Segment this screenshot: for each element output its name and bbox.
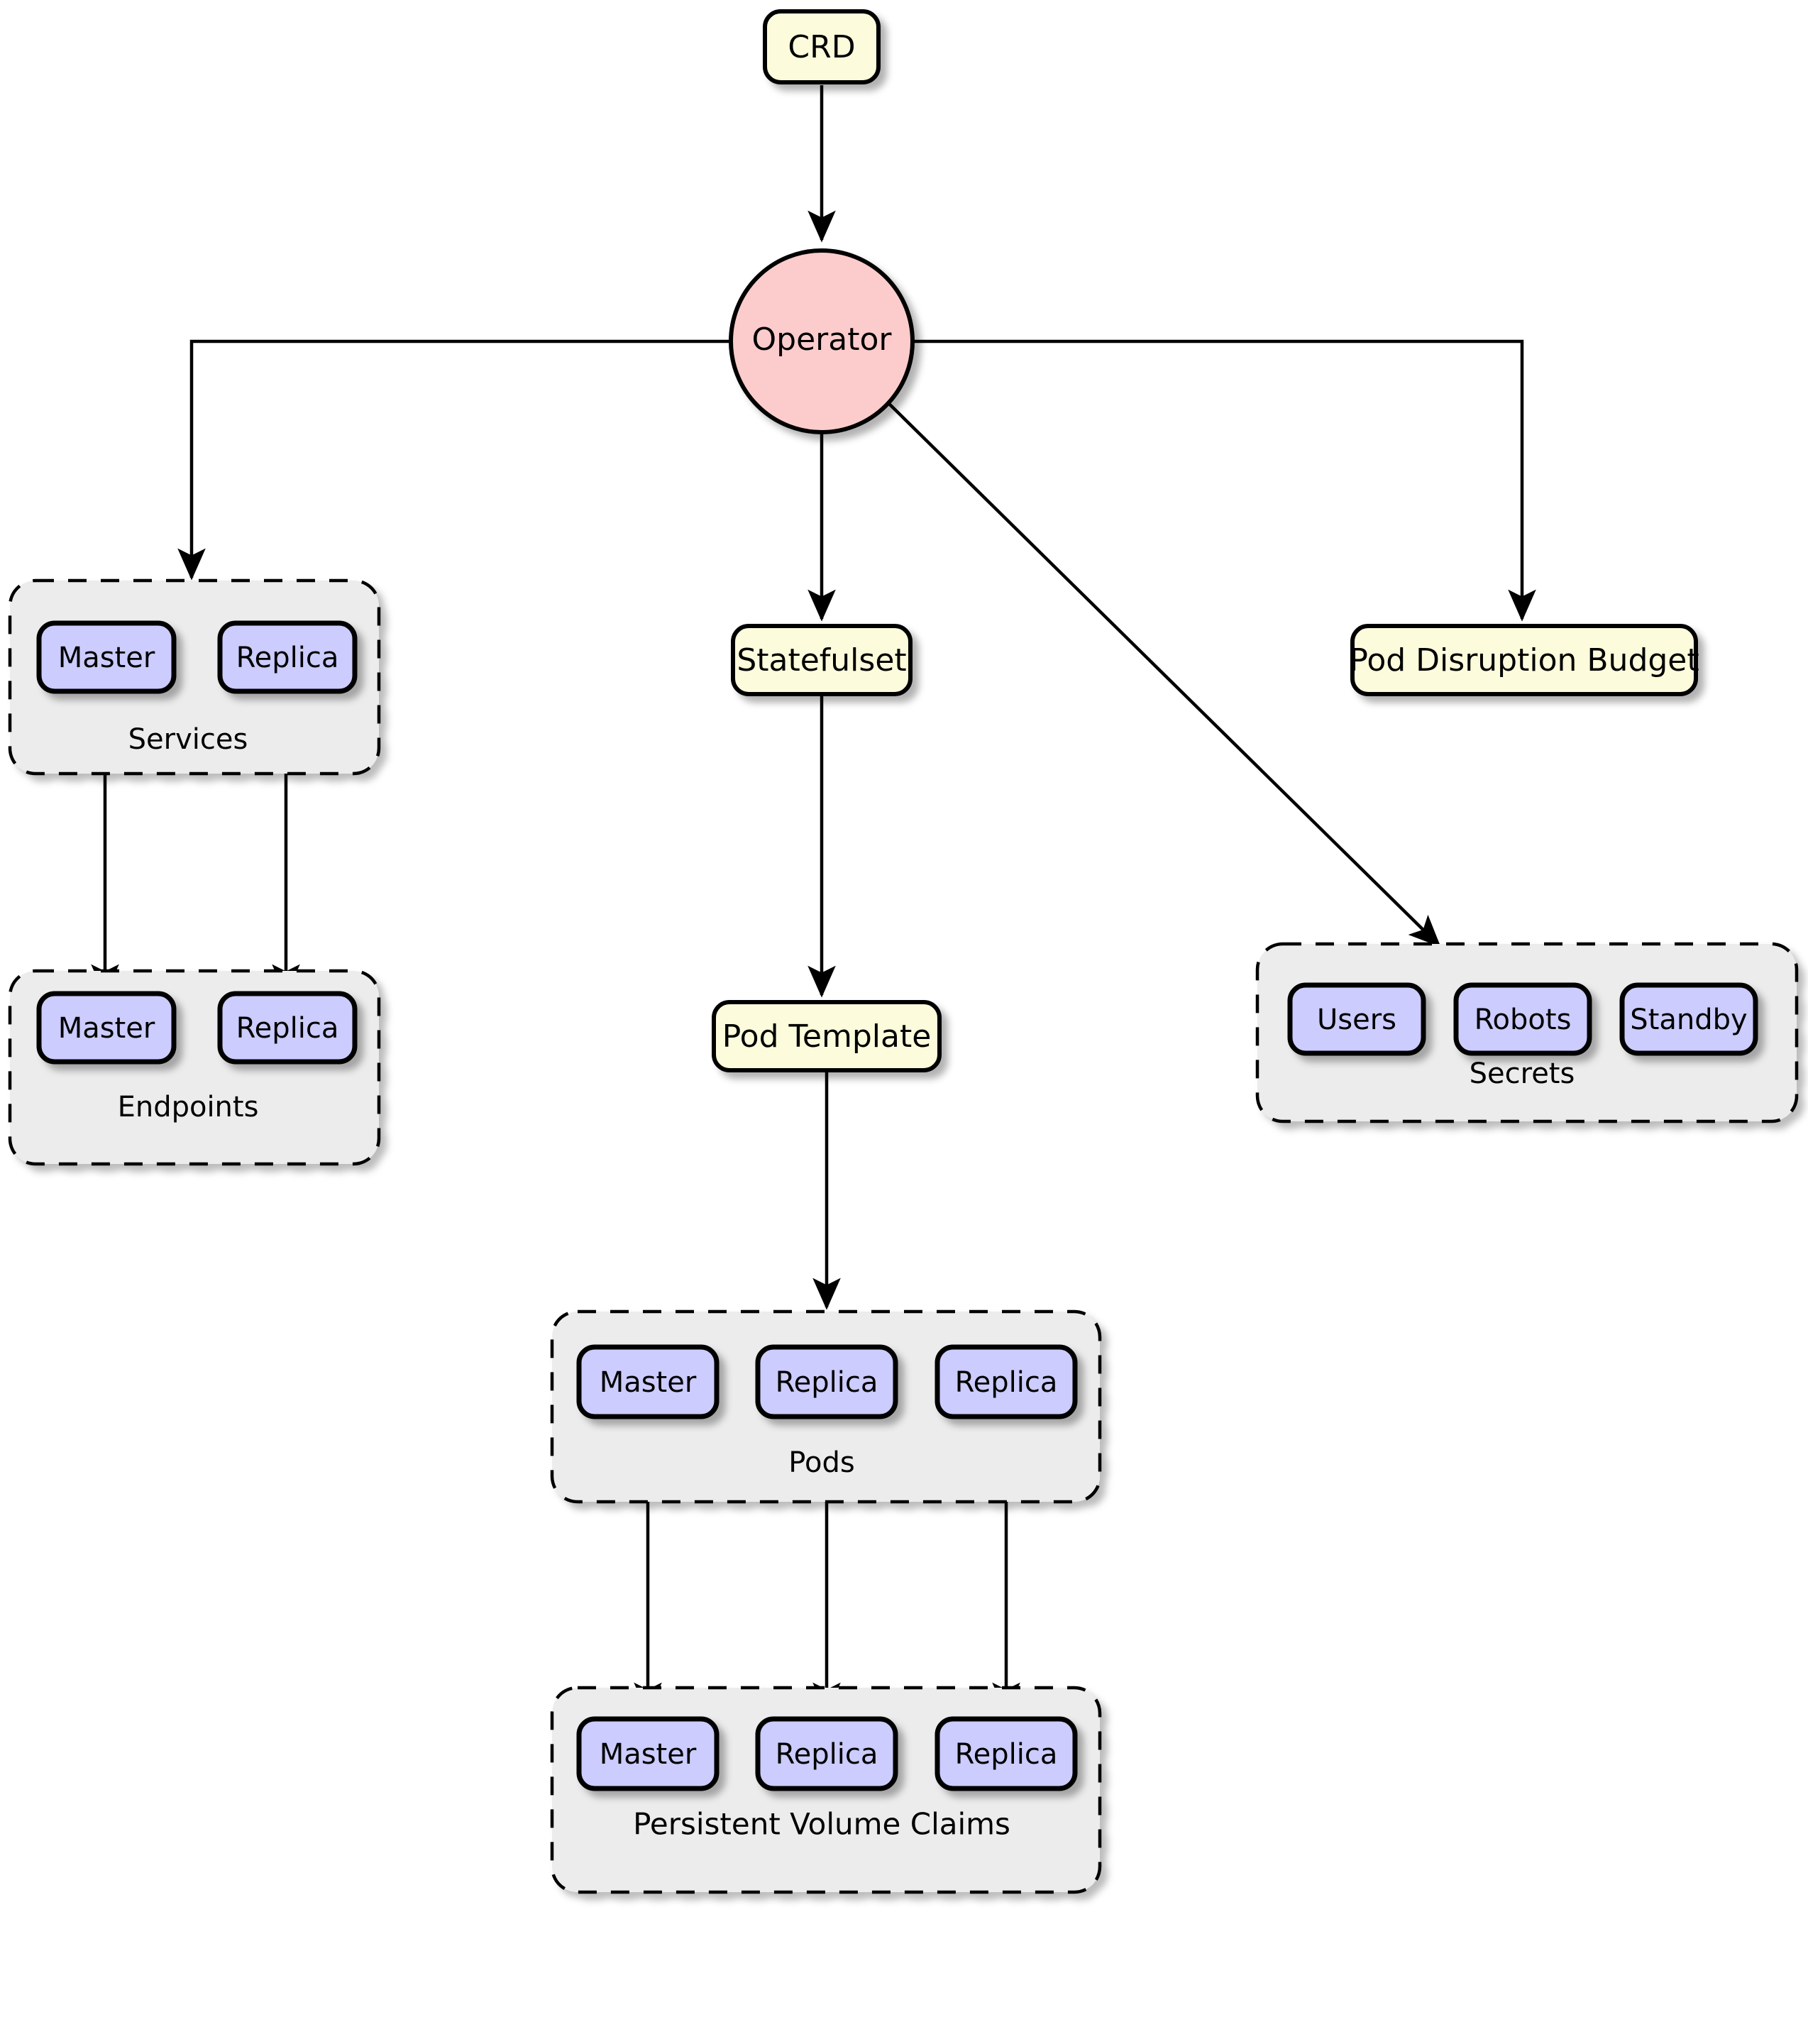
group-secrets-label: Secrets (1470, 1057, 1575, 1090)
group-endpoints-label: Endpoints (118, 1091, 259, 1123)
node-pod-replica-1-label: Replica (776, 1366, 878, 1399)
diagram-canvas: Services Endpoints Secrets Pods Persiste… (0, 0, 1808, 2044)
node-pvc-replica-1-label: Replica (776, 1738, 878, 1771)
node-operator[interactable]: Operator (729, 248, 915, 434)
node-secret-standby[interactable]: Standby (1619, 982, 1758, 1056)
node-crd-label: CRD (788, 29, 855, 65)
node-pod-disruption-budget-label: Pod Disruption Budget (1349, 642, 1699, 678)
node-endpoint-replica-label: Replica (236, 1012, 339, 1045)
node-operator-label: Operator (752, 322, 893, 358)
node-endpoint-master-label: Master (58, 1012, 155, 1045)
pods-items: Master Replica Replica (576, 1344, 1078, 1419)
node-endpoint-master[interactable]: Master (36, 991, 177, 1065)
operator-architecture-diagram: Services Endpoints Secrets Pods Persiste… (8, 9, 1799, 1894)
node-pod-replica-1[interactable]: Replica (755, 1344, 898, 1419)
node-pod-replica-2-label: Replica (955, 1366, 1058, 1399)
node-crd[interactable]: CRD (763, 9, 881, 84)
group-services-label: Services (128, 723, 248, 756)
node-secret-users[interactable]: Users (1287, 982, 1426, 1056)
node-secret-robots[interactable]: Robots (1453, 982, 1592, 1056)
node-pod-disruption-budget[interactable]: Pod Disruption Budget (1349, 624, 1699, 696)
node-pvc-replica-1[interactable]: Replica (755, 1716, 898, 1791)
node-pod-replica-2[interactable]: Replica (935, 1344, 1078, 1419)
edge-operator-to-pod-disruption-budget (914, 339, 1536, 622)
pvc-items: Master Replica Replica (576, 1716, 1078, 1791)
node-pvc-replica-2[interactable]: Replica (935, 1716, 1078, 1791)
node-service-replica[interactable]: Replica (217, 620, 358, 694)
node-secret-robots-label: Robots (1474, 1004, 1572, 1036)
node-statefulset[interactable]: Statefulset (731, 624, 913, 696)
edge-operator-to-services (177, 339, 730, 581)
group-pvc-label: Persistent Volume Claims (633, 1807, 1010, 1842)
node-pod-master-label: Master (600, 1366, 697, 1399)
node-pod-template[interactable]: Pod Template (712, 1000, 942, 1072)
node-secret-users-label: Users (1317, 1004, 1396, 1036)
node-pod-master[interactable]: Master (576, 1344, 720, 1419)
group-pods-label: Pods (788, 1446, 854, 1479)
node-service-master[interactable]: Master (36, 620, 177, 694)
secrets-items: Users Robots Standby (1287, 982, 1758, 1056)
node-statefulset-label: Statefulset (737, 642, 906, 678)
node-service-master-label: Master (58, 642, 155, 674)
node-service-replica-label: Replica (236, 642, 339, 674)
node-pvc-master[interactable]: Master (576, 1716, 720, 1791)
node-pvc-master-label: Master (600, 1738, 697, 1771)
node-pvc-replica-2-label: Replica (955, 1738, 1058, 1771)
node-pod-template-label: Pod Template (722, 1018, 932, 1055)
node-endpoint-replica[interactable]: Replica (217, 991, 358, 1065)
node-secret-standby-label: Standby (1630, 1004, 1747, 1036)
